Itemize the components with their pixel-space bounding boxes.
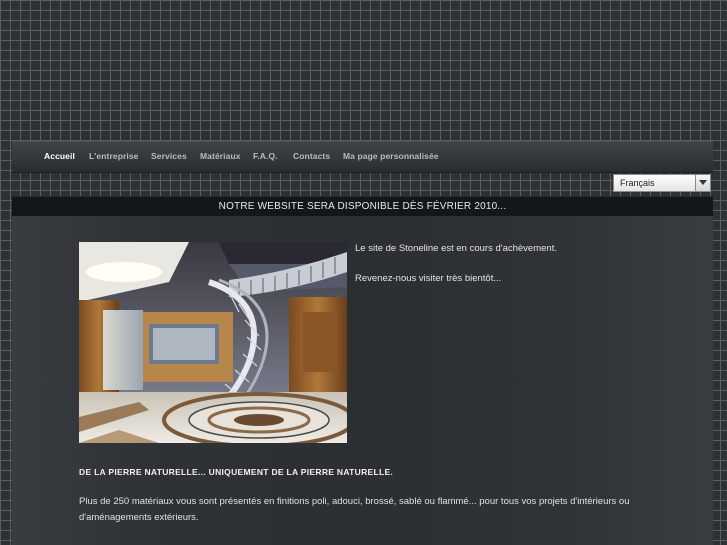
content-description: Plus de 250 matériaux vous sont présenté… xyxy=(79,496,630,523)
intro-text-2: Revenez-nous visiter très bientôt... xyxy=(355,273,502,284)
content-headline: DE LA PIERRE NATURELLE... UNIQUEMENT DE … xyxy=(79,467,394,477)
nav-item-ma-page-personnalisee[interactable]: Ma page personnalisée xyxy=(343,151,439,161)
nav-item-services[interactable]: Services xyxy=(151,151,187,161)
main-content: Le site de Stoneline est en cours d'achè… xyxy=(12,216,713,545)
announcement-text: NOTRE WEBSITE SERA DISPONIBLE DÈS FÉVRIE… xyxy=(218,201,507,212)
announcement-banner: NOTRE WEBSITE SERA DISPONIBLE DÈS FÉVRIE… xyxy=(12,196,713,216)
language-dropdown-button[interactable] xyxy=(695,175,710,191)
nav-item-faq[interactable]: F.A.Q. xyxy=(253,151,278,161)
nav-item-materiaux[interactable]: Matériaux xyxy=(200,151,241,161)
main-navigation: Accueil L'entreprise Services Matériaux … xyxy=(12,141,713,173)
interior-staircase-photo xyxy=(79,242,347,443)
chevron-down-icon xyxy=(699,180,707,185)
language-select[interactable]: Français xyxy=(613,174,711,192)
language-selected-value: Français xyxy=(620,178,655,188)
nav-item-accueil[interactable]: Accueil xyxy=(44,151,75,161)
nav-item-contacts[interactable]: Contacts xyxy=(293,151,330,161)
nav-item-entreprise[interactable]: L'entreprise xyxy=(89,151,139,161)
intro-text-1: Le site de Stoneline est en cours d'achè… xyxy=(355,243,557,254)
